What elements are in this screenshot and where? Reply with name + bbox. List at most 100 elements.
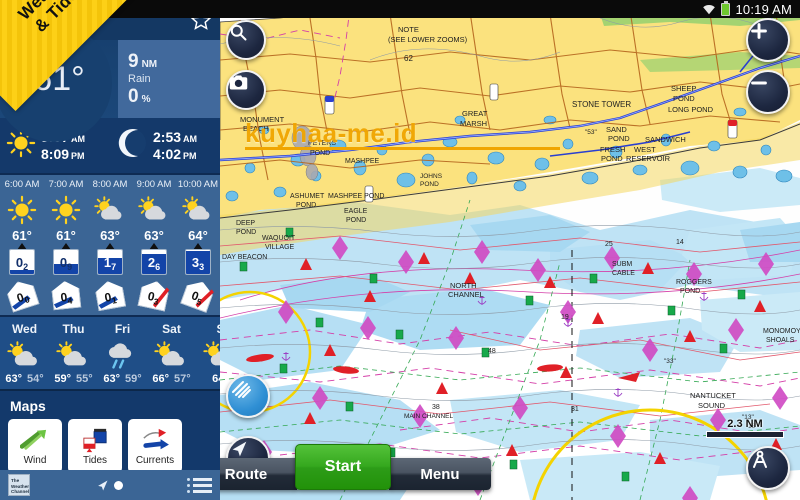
current-arrow-icon (140, 426, 170, 454)
weather-footer: The Weather Channel (0, 470, 220, 500)
moonset-time: 4:02 PM (153, 146, 197, 162)
wifi-icon (702, 3, 716, 15)
status-time: 10:19 AM (735, 1, 792, 17)
daily-temps: 64° (212, 373, 220, 385)
daily-day-label: Thu (62, 322, 85, 336)
daily-forecast-cell[interactable]: Sat 66° 57° (147, 322, 196, 385)
map-label: VILLAGE (265, 244, 295, 251)
daily-day-label: Fri (114, 322, 131, 336)
rain-value-row: 0% (128, 87, 220, 106)
map-layer-button-wind[interactable]: Wind (8, 419, 62, 473)
scale-bar-line (706, 431, 784, 438)
map-label: RESERVOIR (626, 154, 671, 163)
daily-forecast[interactable]: Wed 63°54° Thu 59°55° Fri 63°59° Sat 66°57° S 64° (0, 315, 220, 389)
map-layer-button-currents[interactable]: Currents (128, 419, 182, 473)
hourly-time: 7:00 AM (48, 179, 84, 190)
location-arrow-icon[interactable] (95, 478, 123, 493)
current-speed-icon: 05 (176, 280, 220, 313)
daily-day-label: Sat (162, 322, 181, 336)
battery-icon (721, 0, 731, 16)
map-layer-label: Wind (23, 455, 47, 466)
map-label: LONG POND (668, 105, 714, 114)
map-layer-button-tides[interactable]: Tides (68, 419, 122, 473)
hourly-icon-row (0, 193, 220, 227)
partly-cloudy-icon (49, 338, 98, 372)
map-label: 25 (605, 241, 613, 248)
daily-forecast-cell[interactable]: Fri 63° 59° (98, 322, 147, 385)
zoom-out-button[interactable] (746, 70, 790, 114)
map-label: CABLE (612, 270, 635, 277)
hourly-time: 8:00 AM (92, 179, 128, 190)
map-label: WEST (634, 145, 656, 154)
map-label: MONUMENT (240, 115, 285, 124)
sunset-time: 8:09 PM (41, 146, 85, 162)
maps-button-row: Wind Tides Currents (8, 419, 212, 473)
position-dot (113, 480, 123, 490)
map-label: 31 (571, 406, 579, 413)
map-label: POND (236, 229, 256, 236)
map-label: 62 (404, 54, 413, 63)
daily-day-label: Wed (11, 322, 38, 336)
tide-level-icon: 09 (44, 243, 88, 280)
map-layer-label: Tides (82, 455, 108, 466)
tide-gauge-icon (81, 426, 109, 454)
camera-icon[interactable] (226, 70, 266, 110)
hourly-time: 9:00 AM (136, 179, 172, 190)
divider-compass-icon[interactable] (746, 446, 790, 490)
daily-forecast-cell[interactable]: Thu 59° 55° (49, 322, 98, 385)
map-label: DAY BEACON (222, 254, 267, 261)
daily-temps: 66° 57° (152, 373, 191, 385)
partly-sunny-icon (88, 193, 132, 227)
start-button[interactable]: Start (295, 444, 391, 490)
rain-label: Rain (128, 73, 151, 85)
nautical-chart-map[interactable]: AREANOTE(SEE LOWER ZOOMS)62MONUMENTBEACH… (220, 0, 800, 500)
map-label: NOTE (398, 25, 419, 34)
search-icon[interactable] (226, 20, 266, 60)
zoom-in-button[interactable] (746, 18, 790, 62)
map-label: POND (608, 134, 630, 143)
moonset-ampm: PM (183, 151, 197, 161)
moonrise-value: 2:53 (153, 129, 182, 145)
partly-cloudy-icon (0, 338, 49, 372)
tide-level-icon: 26 (132, 243, 176, 280)
map-label: ASHUMET (290, 193, 325, 200)
map-label: 48 (488, 348, 496, 355)
map-label: 19 (561, 314, 569, 321)
map-label: PETERS (308, 140, 336, 147)
map-label: "33" (664, 358, 677, 365)
menu-button[interactable]: Menu (389, 458, 491, 490)
map-label: DEEP (236, 220, 255, 227)
daily-forecast-cell[interactable]: Wed 63° 54° (0, 322, 49, 385)
map-label: SHEEP (671, 84, 696, 93)
map-layer-label: Currents (135, 455, 175, 466)
current-speed-icon: 01 (88, 280, 132, 313)
map-label: POND (680, 288, 700, 295)
maps-section: Maps Wind Tides Currents (0, 389, 220, 481)
hourly-forecast[interactable]: 6:00 AM 7:00 AM 8:00 AM 9:00 AM 10:00 AM 61°… (0, 175, 220, 315)
list-icon[interactable] (187, 477, 212, 493)
sunny-icon (0, 193, 44, 227)
maps-title: Maps (10, 398, 46, 414)
map-label: FRESH (600, 145, 625, 154)
scale-bar: 2.3 NM (706, 418, 784, 438)
partly-sunny-icon (176, 193, 220, 227)
map-label: POND (601, 154, 623, 163)
map-label: STONE TOWER (572, 100, 631, 109)
map-label: SOUND (698, 401, 726, 410)
map-label: SHOALS (766, 337, 795, 344)
daily-temps: 63° 54° (5, 373, 44, 385)
app-root: AREANOTE(SEE LOWER ZOOMS)62MONUMENTBEACH… (0, 0, 800, 500)
map-label: MONOMOY (763, 328, 800, 335)
daily-forecast-cell[interactable]: S 64° (196, 322, 220, 385)
daily-day-label: S (196, 322, 220, 338)
map-label: 38 (432, 404, 440, 411)
map-label: POND (296, 202, 316, 209)
partly-sunny-icon (132, 193, 176, 227)
layers-icon[interactable] (226, 374, 270, 418)
map-label: CHANNEL (448, 290, 484, 299)
partly-cloudy-icon (196, 338, 220, 372)
hourly-current-row: 0004010305 (0, 280, 220, 313)
map-label: ROGGERS (676, 279, 712, 286)
moonrise-moonset-group: 2:53 AM 4:02 PM (110, 127, 220, 164)
sunny-icon (44, 193, 88, 227)
